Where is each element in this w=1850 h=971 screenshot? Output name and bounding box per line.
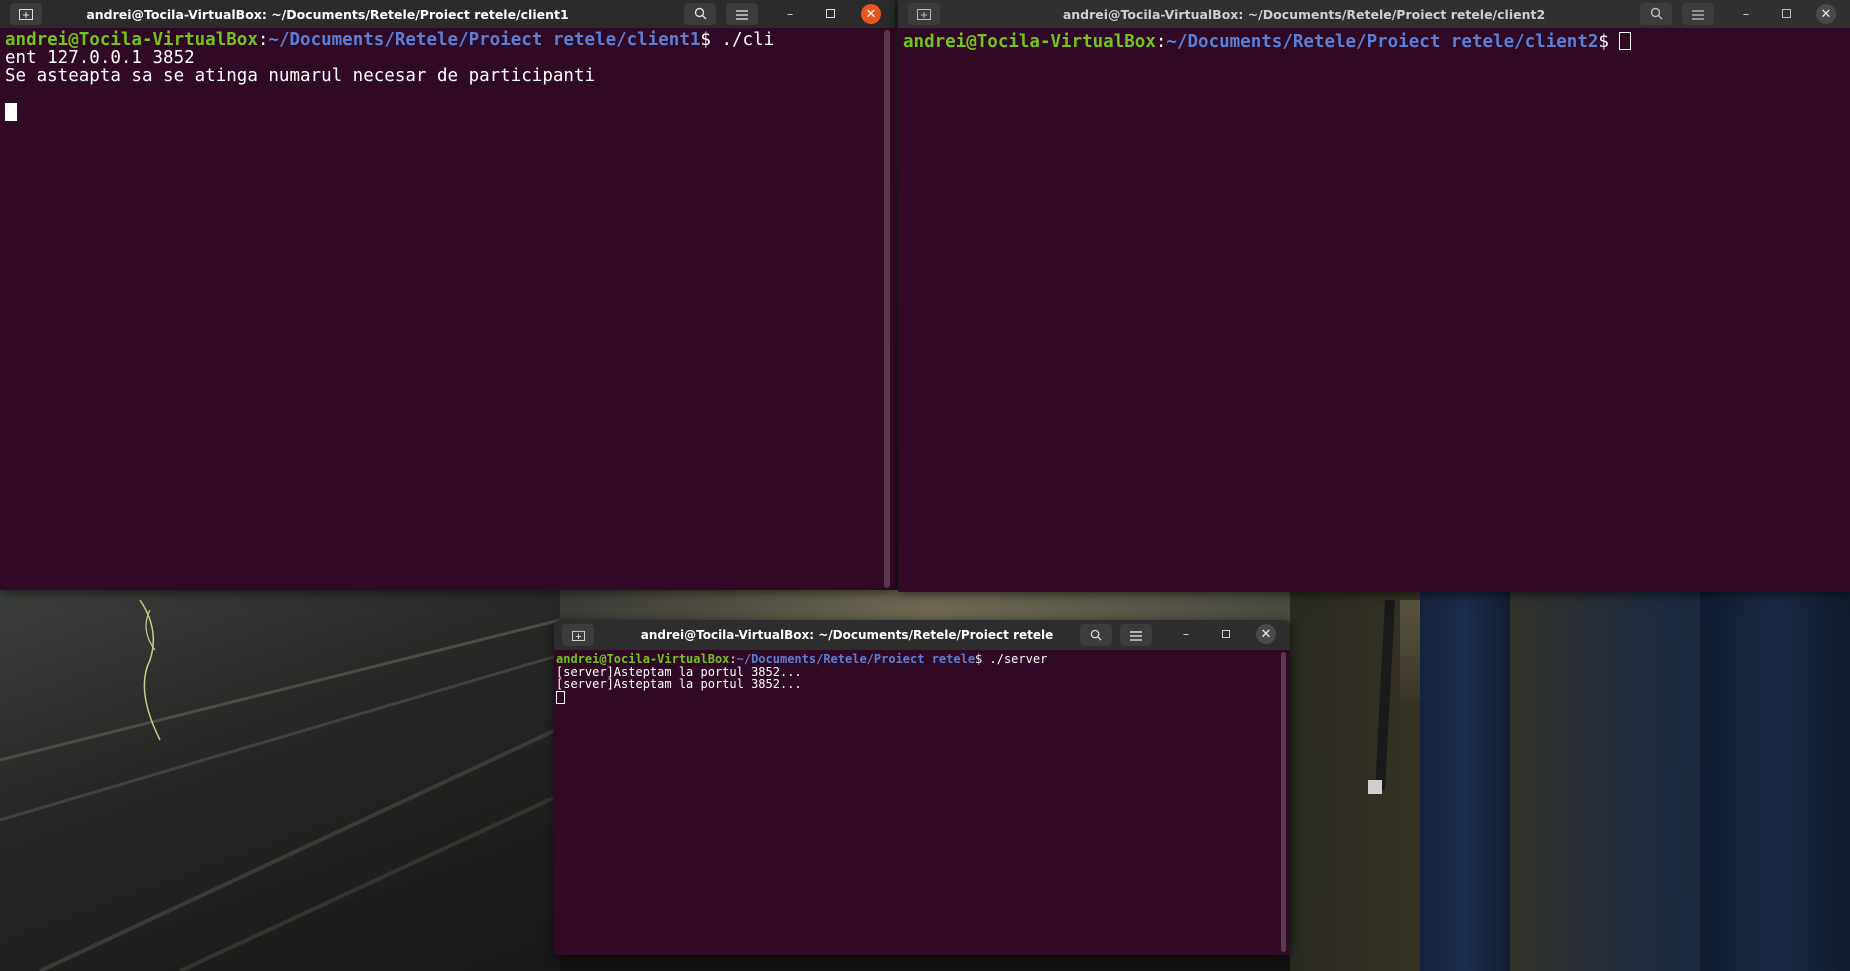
search-button[interactable] [1640, 3, 1672, 25]
maximize-icon [1222, 627, 1230, 642]
prompt-user: andrei@Tocila-VirtualBox [5, 30, 258, 50]
minimize-button[interactable]: – [1736, 4, 1756, 24]
prompt-separator: : [1155, 32, 1167, 52]
close-icon: ✕ [865, 6, 877, 22]
menu-button[interactable] [726, 3, 758, 25]
maximize-button[interactable] [820, 4, 840, 24]
prompt-user: andrei@Tocila-VirtualBox [903, 32, 1156, 52]
new-tab-icon [917, 5, 931, 24]
window-title: andrei@Tocila-VirtualBox: ~/Documents/Re… [640, 628, 1054, 642]
hamburger-menu-icon [1692, 5, 1704, 24]
search-icon [694, 5, 707, 24]
prompt-separator: : [257, 30, 269, 50]
new-tab-button[interactable] [562, 624, 594, 646]
output-line: Se asteapta sa se atinga numarul necesar… [5, 66, 596, 86]
terminal-window-server[interactable]: andrei@Tocila-VirtualBox: ~/Documents/Re… [554, 620, 1290, 955]
minimize-icon: – [1742, 6, 1750, 22]
maximize-button[interactable] [1216, 624, 1236, 644]
titlebar[interactable]: andrei@Tocila-VirtualBox: ~/Documents/Re… [554, 620, 1290, 650]
maximize-button[interactable] [1776, 4, 1796, 24]
terminal-content[interactable]: andrei@Tocila-VirtualBox:~/Documents/Ret… [898, 28, 1850, 51]
command-text: ./server [989, 652, 1048, 666]
terminal-window-client1[interactable]: andrei@Tocila-VirtualBox: ~/Documents/Re… [0, 0, 895, 590]
prompt-path: ~/Documents/Retele/Proiect retele/client… [268, 30, 701, 50]
window-title: andrei@Tocila-VirtualBox: ~/Documents/Re… [1062, 6, 1546, 22]
minimize-icon: – [1182, 626, 1190, 642]
close-icon: ✕ [1820, 6, 1832, 22]
search-button[interactable] [1080, 624, 1112, 646]
prompt-symbol: $ [1598, 32, 1620, 52]
titlebar[interactable]: andrei@Tocila-VirtualBox: ~/Documents/Re… [0, 0, 895, 28]
prompt-symbol: $ [700, 30, 722, 50]
prompt-path: ~/Documents/Retele/Proiect retele/client… [1166, 32, 1599, 52]
close-button[interactable]: ✕ [861, 4, 881, 24]
new-tab-icon [19, 5, 33, 24]
close-button[interactable]: ✕ [1816, 4, 1836, 24]
close-icon: ✕ [1260, 626, 1272, 642]
minimize-button[interactable]: – [780, 4, 800, 24]
maximize-icon [825, 7, 835, 22]
terminal-content[interactable]: andrei@Tocila-VirtualBox:~/Documents/Ret… [0, 28, 895, 125]
window-title: andrei@Tocila-VirtualBox: ~/Documents/Re… [86, 6, 569, 22]
close-button[interactable]: ✕ [1256, 624, 1276, 644]
new-tab-icon [571, 626, 585, 645]
new-tab-button[interactable] [908, 3, 940, 25]
terminal-cursor [5, 103, 17, 121]
scrollbar[interactable] [884, 30, 890, 588]
maximize-icon [1781, 7, 1791, 22]
minimize-icon: – [786, 6, 794, 22]
terminal-cursor [1619, 32, 1632, 50]
command-text-continued: ent 127.0.0.1 3852 [5, 48, 195, 68]
minimize-button[interactable]: – [1176, 624, 1196, 644]
search-icon [1650, 5, 1663, 24]
terminal-window-client2[interactable]: andrei@Tocila-VirtualBox: ~/Documents/Re… [898, 0, 1850, 592]
terminal-content[interactable]: andrei@Tocila-VirtualBox:~/Documents/Ret… [554, 650, 1290, 706]
search-icon [1090, 626, 1102, 645]
menu-button[interactable] [1120, 624, 1152, 646]
search-button[interactable] [684, 3, 716, 25]
hamburger-menu-icon [736, 5, 748, 24]
command-text: ./cli [721, 30, 775, 50]
hamburger-menu-icon [1130, 626, 1142, 645]
output-line: [server]Asteptam la portul 3852... [556, 677, 802, 691]
menu-button[interactable] [1682, 3, 1714, 25]
new-tab-button[interactable] [10, 3, 42, 25]
titlebar[interactable]: andrei@Tocila-VirtualBox: ~/Documents/Re… [898, 0, 1850, 28]
terminal-cursor [556, 690, 565, 704]
prompt-symbol: $ [975, 652, 990, 666]
scrollbar[interactable] [1281, 652, 1286, 952]
